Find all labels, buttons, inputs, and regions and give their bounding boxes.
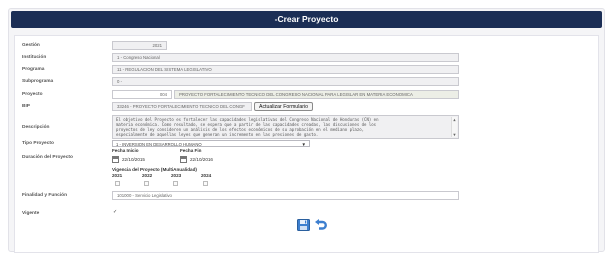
vigencia-year: 2024 <box>201 173 212 178</box>
scroll-up-icon[interactable]: ▲ <box>452 117 457 122</box>
fecha-inicio-label: Fecha Inicio <box>112 148 139 153</box>
fecha-inicio-value[interactable]: 22/10/2015 <box>122 157 145 162</box>
gestion-field[interactable]: 2021 <box>112 41 167 50</box>
calendar-icon[interactable] <box>180 156 187 163</box>
programa-field[interactable]: 11 - REGULACION DEL SISTEMA LEGISLATIVO <box>112 65 459 74</box>
floppy-save-icon <box>297 219 310 231</box>
vigencia-year: 2021 <box>112 173 123 178</box>
descripcion-label: Descripción <box>22 125 50 130</box>
undo-arrow-icon <box>315 219 327 230</box>
subprograma-label: Subprograma <box>22 79 54 84</box>
vigencia-checkbox[interactable] <box>173 181 178 186</box>
fecha-fin-label: Fecha Fin <box>180 148 202 153</box>
textarea-scrollbar[interactable]: ▲ ▼ <box>451 117 457 137</box>
vigencia-label: Vigencia del Proyecto (MultiAnualidad) <box>112 167 197 172</box>
vigente-checkbox[interactable]: ✓ <box>113 209 117 215</box>
vigencia-year: 2023 <box>171 173 182 178</box>
bip-label: BIP <box>22 104 30 109</box>
programa-label: Programa <box>22 67 45 72</box>
calendar-icon[interactable] <box>112 156 119 163</box>
proyecto-name-field: PROYECTO FORTALECIMIENTO TECNICO DEL CON… <box>174 90 459 99</box>
finalidad-field[interactable]: 101000 - Servicio Legislativo <box>112 191 459 200</box>
scroll-down-icon[interactable]: ▼ <box>452 132 457 137</box>
actualizar-formulario-button[interactable]: Actualizar Formulario <box>254 102 313 111</box>
vigencia-checkbox[interactable] <box>144 181 149 186</box>
save-button[interactable] <box>297 218 310 231</box>
duracion-label: Duración del Proyecto <box>22 155 73 160</box>
bip-field[interactable]: 33246 - PROYECTO FORTALECIMIENTO TECNICO… <box>112 102 252 111</box>
tipo-proyecto-value: 1 - INVERSION EN DESARROLLO HUMANO <box>116 142 202 147</box>
vigencia-checkbox[interactable] <box>203 181 208 186</box>
undo-button[interactable] <box>314 218 327 230</box>
institucion-label: Institución <box>22 55 47 60</box>
tipo-proyecto-select[interactable]: 1 - INVERSION EN DESARROLLO HUMANO ▼ <box>112 140 310 147</box>
proyecto-code-input[interactable]: 004 <box>112 90 172 99</box>
vigente-label: Vigente <box>22 211 40 216</box>
page-title: -Crear Proyecto <box>11 11 602 28</box>
vigencia-year: 2022 <box>142 173 153 178</box>
subprograma-field[interactable]: 0 - <box>112 77 459 86</box>
gestion-label: Gestión <box>22 43 40 48</box>
descripcion-line: especialmente de aquellas leyes que gene… <box>116 132 319 137</box>
descripcion-textarea[interactable]: El objetivo del Proyecto es fortalecer l… <box>112 115 459 139</box>
chevron-down-icon: ▼ <box>301 142 306 147</box>
institucion-field[interactable]: 1 - Congreso Nacional <box>112 53 459 62</box>
tipo-proyecto-label: Tipo Proyecto <box>22 141 54 146</box>
fecha-fin-value[interactable]: 22/10/2016 <box>190 157 213 162</box>
proyecto-label: Proyecto <box>22 92 43 97</box>
finalidad-label: Finalidad y Función <box>22 193 68 198</box>
vigencia-checkbox[interactable] <box>115 181 120 186</box>
